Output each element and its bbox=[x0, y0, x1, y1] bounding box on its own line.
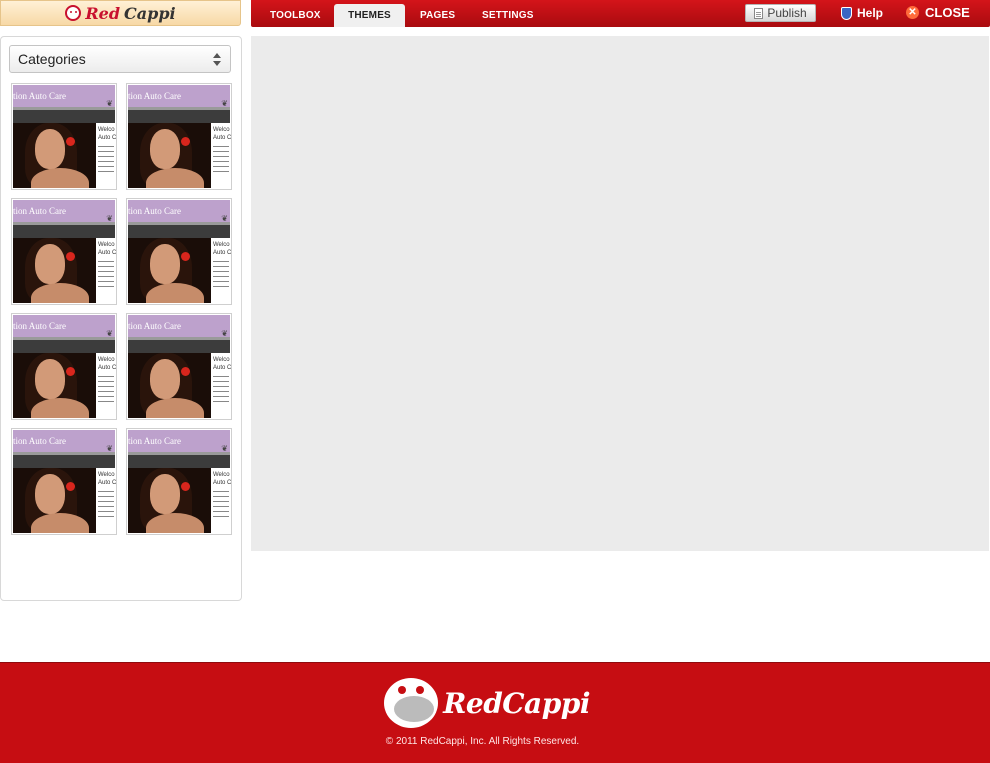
thumbnail-photo bbox=[13, 353, 96, 418]
close-button[interactable]: ✕ CLOSE bbox=[906, 4, 970, 21]
theme-thumbnail[interactable]: tion Auto Care ❦ Welco Auto C bbox=[11, 83, 117, 190]
thumbnail-text-heading: Welco bbox=[98, 242, 115, 248]
theme-thumbnail[interactable]: tion Auto Care ❦ Welco Auto C bbox=[126, 313, 232, 420]
thumbnail-text-subheading: Auto C bbox=[213, 250, 231, 256]
categories-select[interactable]: Categories bbox=[9, 45, 231, 73]
theme-thumbnail[interactable]: tion Auto Care ❦ Welco Auto C bbox=[11, 198, 117, 305]
editor-canvas[interactable] bbox=[251, 36, 989, 551]
theme-thumbnail[interactable]: tion Auto Care ❦ Welco Auto C bbox=[126, 198, 232, 305]
thumbnail-header: tion Auto Care ❦ bbox=[13, 430, 115, 453]
tab-settings[interactable]: SETTINGS bbox=[468, 4, 548, 27]
thumbnail-nav-band bbox=[13, 222, 115, 238]
thumbnail-nav-band bbox=[13, 107, 115, 123]
thumbnail-nav-band bbox=[128, 107, 230, 123]
thumbnail-text-heading: Welco bbox=[213, 242, 230, 248]
thumbnail-header: tion Auto Care ❦ bbox=[128, 200, 230, 223]
thumbnail-nav-band bbox=[128, 337, 230, 353]
thumbnail-header: tion Auto Care ❦ bbox=[13, 315, 115, 338]
close-label: CLOSE bbox=[925, 5, 970, 20]
thumbnail-text-block: Welco Auto C bbox=[98, 356, 116, 418]
themes-sidebar: Categories tion Auto Care ❦ Welco Auto Ctio… bbox=[0, 36, 242, 601]
thumbnail-nav-band bbox=[128, 452, 230, 468]
logo-text-cappi: Cappi bbox=[124, 3, 176, 23]
thumbnail-text-subheading: Auto C bbox=[98, 250, 116, 256]
theme-thumbnail[interactable]: tion Auto Care ❦ Welco Auto C bbox=[126, 83, 232, 190]
theme-thumbnail[interactable]: tion Auto Care ❦ Welco Auto C bbox=[11, 313, 117, 420]
theme-thumbnail[interactable]: tion Auto Care ❦ Welco Auto C bbox=[11, 428, 117, 535]
smiley-logo-icon bbox=[65, 5, 82, 21]
thumbnail-photo bbox=[128, 238, 211, 303]
thumbnail-header: tion Auto Care ❦ bbox=[128, 85, 230, 108]
thumbnail-text-subheading: Auto C bbox=[98, 480, 116, 486]
thumbnail-text-subheading: Auto C bbox=[213, 365, 231, 371]
thumbnail-photo bbox=[128, 468, 211, 533]
thumbnail-photo bbox=[128, 353, 211, 418]
thumbnail-nav-band bbox=[13, 337, 115, 353]
thumbnail-title: tion Auto Care bbox=[128, 436, 181, 446]
copyright-text: © 2011 RedCappi, Inc. All Rights Reserve… bbox=[385, 736, 580, 747]
tab-pages[interactable]: PAGES bbox=[406, 4, 469, 27]
thumbnail-header: tion Auto Care ❦ bbox=[13, 200, 115, 223]
thumbnail-text-subheading: Auto C bbox=[98, 135, 116, 141]
app-logo[interactable]: Red Cappi bbox=[0, 0, 241, 26]
close-icon: ✕ bbox=[906, 6, 919, 19]
categories-select-value: Categories bbox=[18, 51, 86, 67]
footer-logo: RedCappi bbox=[380, 673, 590, 733]
thumbnail-text-subheading: Auto C bbox=[213, 135, 231, 141]
theme-thumbnail[interactable]: tion Auto Care ❦ Welco Auto C bbox=[126, 428, 232, 535]
thumbnail-text-subheading: Auto C bbox=[213, 480, 231, 486]
thumbnail-title: tion Auto Care bbox=[13, 206, 66, 216]
thumbnail-photo bbox=[13, 468, 96, 533]
thumbnail-title: tion Auto Care bbox=[13, 436, 66, 446]
publish-label: Publish bbox=[767, 6, 807, 20]
select-arrows-icon bbox=[213, 53, 222, 66]
thumbnail-photo bbox=[128, 123, 211, 188]
thumbnail-photo bbox=[13, 123, 96, 188]
footer-wordmark: RedCappi bbox=[443, 686, 590, 720]
thumbnail-title: tion Auto Care bbox=[128, 91, 181, 101]
thumbnail-photo bbox=[13, 238, 96, 303]
help-link[interactable]: Help bbox=[841, 5, 883, 21]
logo-text-red: Red bbox=[85, 3, 121, 23]
thumbnail-text-block: Welco Auto C bbox=[98, 471, 116, 533]
thumbnail-header: tion Auto Care ❦ bbox=[128, 315, 230, 338]
thumbnail-header: tion Auto Care ❦ bbox=[13, 85, 115, 108]
thumbnail-header: tion Auto Care ❦ bbox=[128, 430, 230, 453]
thumbnail-title: tion Auto Care bbox=[128, 206, 181, 216]
publish-button[interactable]: Publish bbox=[745, 4, 816, 22]
thumbnail-text-heading: Welco bbox=[213, 357, 230, 363]
footer: RedCappi © 2011 RedCappi, Inc. All Right… bbox=[0, 662, 990, 763]
tab-toolbox[interactable]: TOOLBOX bbox=[256, 4, 335, 27]
shield-icon bbox=[841, 6, 852, 20]
thumbnail-title: tion Auto Care bbox=[13, 321, 66, 331]
thumbnail-text-heading: Welco bbox=[213, 127, 230, 133]
thumbnail-text-block: Welco Auto C bbox=[213, 241, 231, 303]
tab-themes[interactable]: THEMES bbox=[334, 4, 405, 27]
document-icon bbox=[754, 7, 764, 19]
thumbnail-text-block: Welco Auto C bbox=[213, 126, 231, 188]
thumbnail-title: tion Auto Care bbox=[13, 91, 66, 101]
thumbnail-text-block: Welco Auto C bbox=[98, 241, 116, 303]
thumbnail-text-heading: Welco bbox=[98, 357, 115, 363]
thumbnail-text-heading: Welco bbox=[98, 472, 115, 478]
monkey-logo-icon bbox=[380, 676, 438, 730]
top-nav-bar: TOOLBOX THEMES PAGES SETTINGS Publish He… bbox=[251, 0, 990, 27]
thumbnail-text-block: Welco Auto C bbox=[213, 356, 231, 418]
thumbnail-nav-band bbox=[13, 452, 115, 468]
thumbnail-text-heading: Welco bbox=[213, 472, 230, 478]
thumbnail-nav-band bbox=[128, 222, 230, 238]
logo-wordmark: Red Cappi bbox=[65, 3, 176, 23]
thumbnail-text-block: Welco Auto C bbox=[98, 126, 116, 188]
thumbnail-text-subheading: Auto C bbox=[98, 365, 116, 371]
help-label: Help bbox=[857, 6, 884, 20]
thumbnail-text-heading: Welco bbox=[98, 127, 115, 133]
thumbnail-title: tion Auto Care bbox=[128, 321, 181, 331]
thumbnail-text-block: Welco Auto C bbox=[213, 471, 231, 533]
